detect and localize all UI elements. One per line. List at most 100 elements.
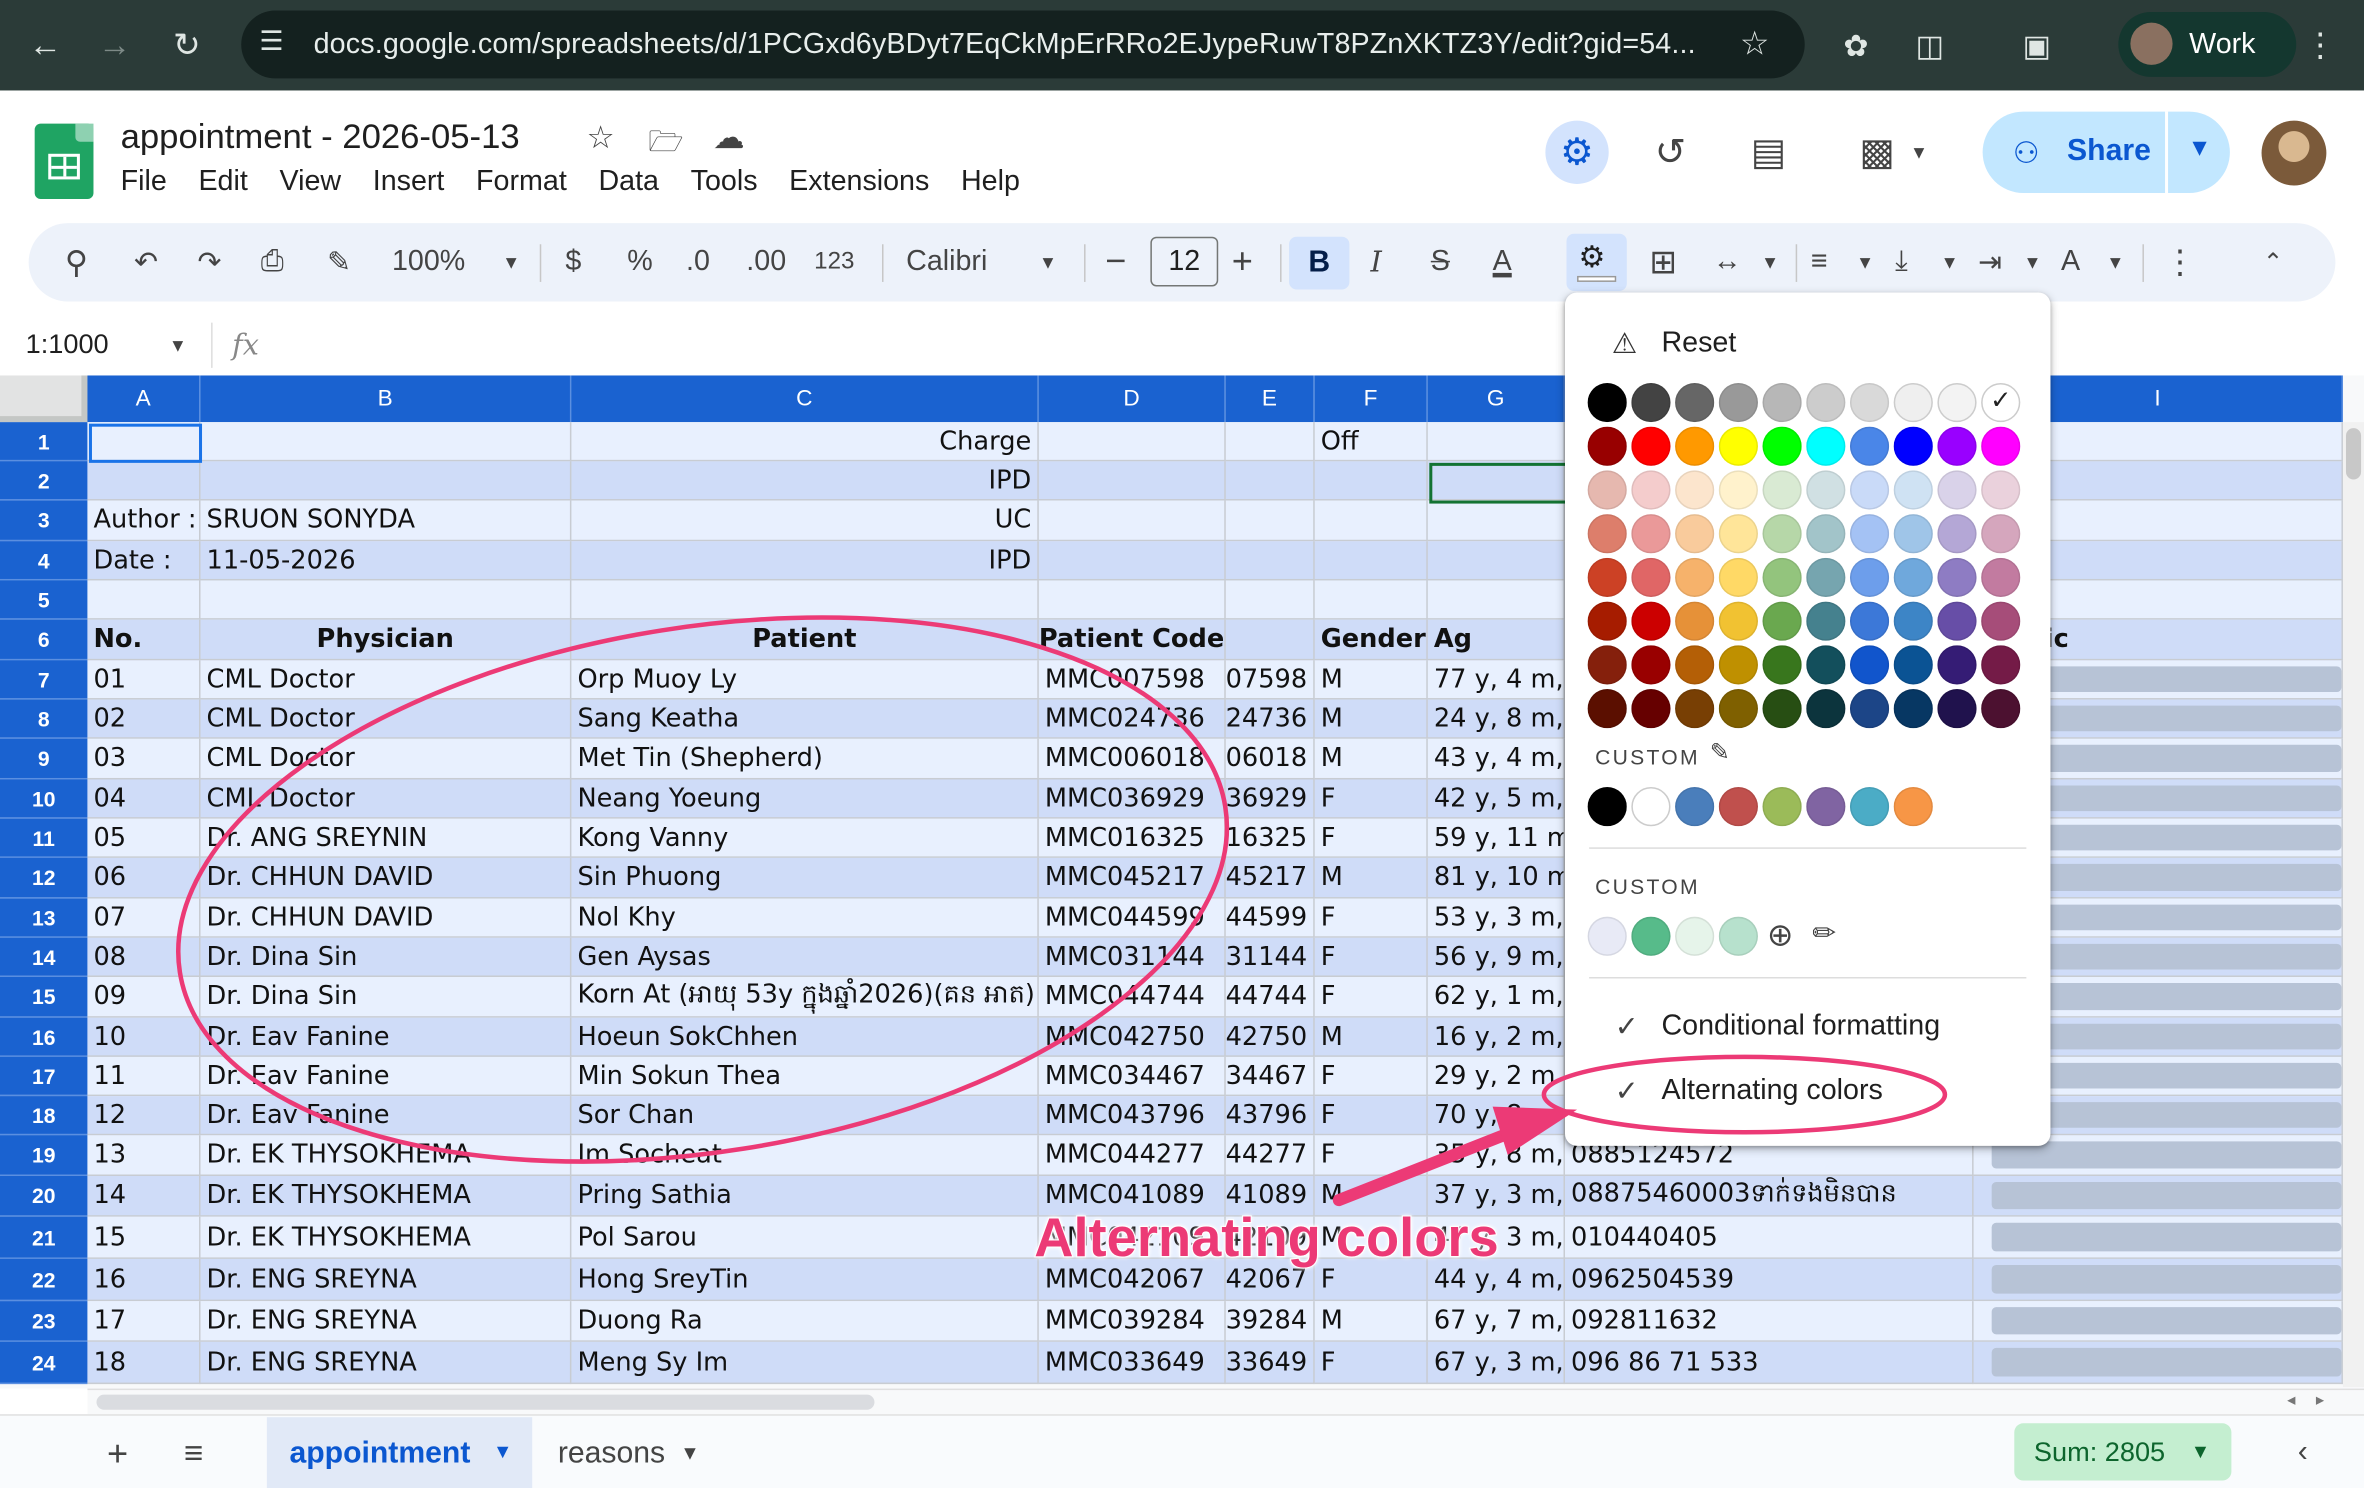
custom-swatch[interactable] [1806,787,1846,827]
palette-swatch[interactable] [1893,601,1933,641]
font-size-increase-icon[interactable]: + [1232,238,1253,286]
cell-b5[interactable] [200,580,572,620]
cell-a19[interactable]: 13 [87,1135,201,1177]
cell-g9[interactable]: 43 y, 4 m, 9 [1427,738,1565,780]
palette-swatch[interactable] [1718,689,1758,729]
cell-d16[interactable]: MMC042750 [1038,1017,1226,1057]
palette-swatch[interactable] [1631,557,1671,598]
menu-insert[interactable]: Insert [373,166,445,199]
more-formats-button[interactable]: 123 [814,238,854,286]
row-header-8[interactable]: 8 [0,699,88,739]
cell-c14[interactable]: Gen Aysas [571,937,1039,977]
increase-decimal-button[interactable]: .00 [746,238,786,286]
column-header-d[interactable]: D [1038,375,1226,423]
row-header-15[interactable]: 15 [0,976,88,1018]
star-icon[interactable]: ☆ [586,119,614,157]
sheet-tab-reasons[interactable]: reasons ▼ [558,1437,700,1472]
palette-swatch[interactable] [1718,645,1758,685]
palette-swatch[interactable] [1806,689,1846,729]
eyedropper-icon[interactable]: ✏ [1812,917,1836,952]
cell-e9[interactable]: 06018 [1225,738,1315,780]
row-header-24[interactable]: 24 [0,1341,88,1385]
cell-i23[interactable] [1973,1301,2343,1342]
document-title[interactable]: appointment - 2026-05-13 [121,116,520,157]
cell-f5[interactable] [1314,580,1428,620]
palette-swatch[interactable] [1718,382,1758,423]
redo-icon[interactable]: ↷ [198,238,222,286]
palette-swatch[interactable] [1849,601,1890,641]
cell-e4[interactable] [1225,541,1315,581]
cell-c10[interactable]: Neang Yoeung [571,779,1039,819]
palette-swatch[interactable] [1937,689,1977,729]
palette-swatch[interactable] [1849,689,1890,729]
cell-e19[interactable]: 44277 [1225,1135,1315,1177]
strikethrough-icon[interactable]: S [1431,238,1450,286]
palette-swatch[interactable] [1675,557,1715,598]
cell-b16[interactable]: Dr. Eav Fanine [200,1017,572,1057]
palette-swatch[interactable] [1893,645,1933,685]
palette-swatch[interactable] [1893,689,1933,729]
conditional-formatting-option[interactable]: Conditional formatting [1661,1010,1940,1043]
cell-a1[interactable] [87,422,201,462]
cell-d3[interactable] [1038,500,1226,542]
cell-f13[interactable]: F [1314,898,1428,938]
palette-swatch[interactable] [1631,470,1671,510]
percent-button[interactable]: % [627,238,652,286]
cell-a17[interactable]: 11 [87,1056,201,1097]
cell-f6[interactable]: Gender [1314,619,1428,661]
cell-a24[interactable]: 18 [87,1341,201,1385]
cell-a5[interactable] [87,580,201,620]
palette-swatch[interactable] [1849,514,1890,554]
custom-swatch[interactable] [1587,787,1627,827]
cell-g14[interactable]: 56 y, 9 m, 2 [1427,937,1565,977]
menu-tools[interactable]: Tools [691,166,758,199]
cell-h20[interactable]: 08875460003ទាក់ទងមិនបាន [1564,1176,1974,1217]
palette-swatch[interactable] [1587,601,1627,641]
palette-swatch[interactable] [1718,557,1758,598]
row-header-3[interactable]: 3 [0,500,88,542]
cell-c12[interactable]: Sin Phuong [571,857,1039,899]
cell-e15[interactable]: 44744 [1225,976,1315,1018]
cell-g17[interactable]: 29 y, 2 m [1427,1056,1565,1097]
cell-c4[interactable]: IPD [571,541,1039,581]
cell-a9[interactable]: 03 [87,738,201,780]
cell-c21[interactable]: Pol Sarou [571,1216,1039,1259]
cell-c15[interactable]: Korn At (អាយុ 53y ក្នុងឆ្នាំ2026)(គន អាត… [571,976,1039,1018]
palette-swatch[interactable] [1762,689,1802,729]
cell-g11[interactable]: 59 y, 11 m, [1427,818,1565,858]
palette-swatch[interactable] [1675,470,1715,510]
cell-e16[interactable]: 42750 [1225,1017,1315,1057]
cell-g16[interactable]: 16 y, 2 m, 2 [1427,1017,1565,1057]
palette-swatch[interactable] [1631,514,1671,554]
cell-e3[interactable] [1225,500,1315,542]
cell-d17[interactable]: MMC034467 [1038,1056,1226,1097]
cell-f1[interactable]: Off [1314,422,1428,462]
forward-icon[interactable]: → [90,21,138,69]
back-icon[interactable]: ← [21,21,69,69]
palette-swatch[interactable] [1849,645,1890,685]
palette-swatch[interactable] [1937,557,1977,598]
row-header-13[interactable]: 13 [0,898,88,938]
row-header-21[interactable]: 21 [0,1216,88,1259]
row-header-10[interactable]: 10 [0,779,88,819]
cell-e13[interactable]: 44599 [1225,898,1315,938]
cell-d9[interactable]: MMC006018 [1038,738,1226,780]
cell-a4[interactable]: Date : [87,541,201,581]
browser-menu-icon[interactable]: ⋮ [2296,21,2344,69]
cell-a7[interactable]: 01 [87,660,201,700]
cell-g8[interactable]: 24 y, 8 m, 2 [1427,699,1565,739]
bookmark-star-icon[interactable]: ☆ [1740,24,1770,63]
palette-swatch[interactable] [1587,470,1627,510]
cell-a11[interactable]: 05 [87,818,201,858]
cell-d4[interactable] [1038,541,1226,581]
palette-swatch[interactable] [1981,514,2021,554]
palette-swatch[interactable] [1762,470,1802,510]
cell-c20[interactable]: Pring Sathia [571,1176,1039,1217]
cell-f10[interactable]: F [1314,779,1428,819]
cell-g13[interactable]: 53 y, 3 m, 2 [1427,898,1565,938]
palette-swatch[interactable] [1893,470,1933,510]
cell-c13[interactable]: Nol Khy [571,898,1039,938]
zoom-select[interactable]: 100% ▼ [392,238,520,286]
palette-swatch[interactable] [1806,470,1846,510]
palette-swatch[interactable] [1806,557,1846,598]
